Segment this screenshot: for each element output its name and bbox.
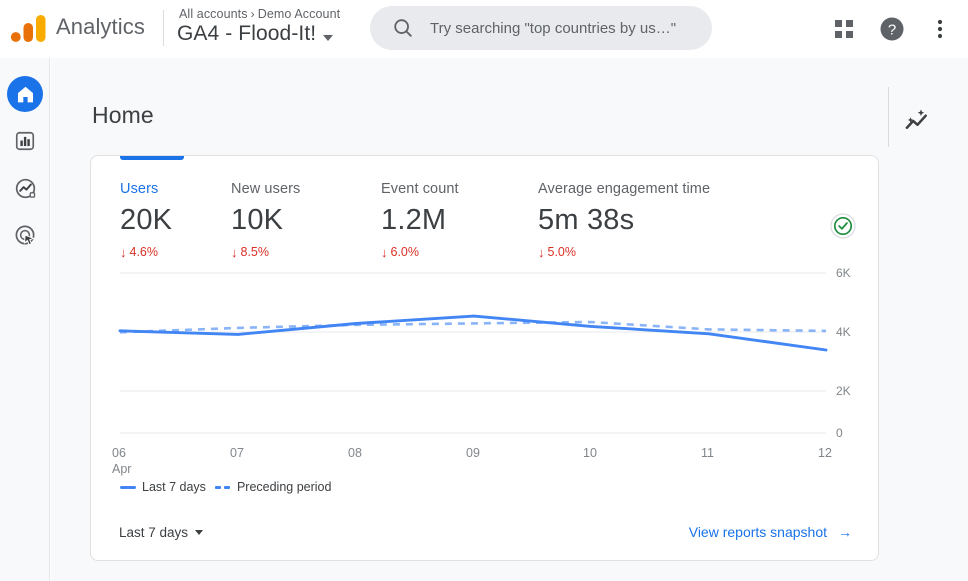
chevron-down-icon xyxy=(195,530,203,535)
metric-event-count[interactable]: Event count 1.2M ↓ 6.0% xyxy=(381,181,459,259)
search-icon xyxy=(392,17,414,39)
xtick-12: 12 xyxy=(818,446,832,460)
active-metric-indicator xyxy=(120,156,184,160)
metric-value: 20K xyxy=(120,204,172,237)
property-name: GA4 - Flood-It! xyxy=(177,22,316,46)
sidebar-item-reports[interactable] xyxy=(7,123,43,159)
sidebar-item-explore[interactable] xyxy=(7,170,43,206)
more-options-button[interactable] xyxy=(924,13,956,45)
metric-delta: ↓ 4.6% xyxy=(120,245,172,259)
home-icon xyxy=(15,84,36,105)
top-bar-actions: ? xyxy=(828,0,956,58)
chevron-down-icon xyxy=(323,35,333,41)
sidebar-item-home[interactable] xyxy=(7,76,43,112)
metric-label: Event count xyxy=(381,181,459,197)
breadcrumb[interactable]: All accounts›Demo Account xyxy=(179,7,340,21)
metric-delta-value: 4.6% xyxy=(130,245,159,259)
overview-card: Users 20K ↓ 4.6% New users 10K ↓ 8.5% xyxy=(90,155,879,561)
property-selector[interactable]: GA4 - Flood-It! xyxy=(177,22,333,46)
arrow-down-icon: ↓ xyxy=(381,246,388,259)
more-vertical-icon xyxy=(930,18,950,40)
date-range-selector[interactable]: Last 7 days xyxy=(119,525,203,540)
xtick-08: 08 xyxy=(348,446,362,460)
ytick-6k: 6K xyxy=(836,266,851,280)
page-title: Home xyxy=(92,102,154,129)
ytick-2k: 2K xyxy=(836,384,851,398)
sidebar-item-advertising[interactable] xyxy=(7,217,43,253)
brand-divider xyxy=(163,10,164,46)
chart-y-axis-labels: 6K 4K 2K 0 xyxy=(836,266,851,440)
metric-value: 5m 38s xyxy=(538,204,710,237)
chart-gridlines xyxy=(120,273,826,433)
chart-x-axis-labels: 06 Apr 07 08 09 10 11 12 xyxy=(112,446,832,476)
xtick-07: 07 xyxy=(230,446,244,460)
insights-divider xyxy=(888,87,889,147)
top-app-bar: Analytics All accounts›Demo Account GA4 … xyxy=(0,0,968,58)
ytick-0: 0 xyxy=(836,426,843,440)
xtick-11: 11 xyxy=(701,446,714,460)
users-trend-chart: 6K 4K 2K 0 06 Apr 07 08 09 xyxy=(91,261,879,506)
arrow-right-icon: → xyxy=(838,524,852,540)
xtick-09: 09 xyxy=(466,446,480,460)
metric-users[interactable]: Users 20K ↓ 4.6% xyxy=(120,181,172,259)
view-reports-snapshot-link[interactable]: View reports snapshot → xyxy=(689,524,852,540)
left-navigation-rail xyxy=(0,58,50,581)
breadcrumb-all-accounts[interactable]: All accounts xyxy=(179,7,248,21)
insights-button[interactable] xyxy=(897,100,937,140)
main-content: Home Users 20K ↓ 4.6% xyxy=(51,58,968,581)
metric-delta: ↓ 8.5% xyxy=(231,245,300,259)
google-analytics-logo-icon xyxy=(10,13,48,47)
advertising-target-icon xyxy=(14,224,37,247)
chart-legend: Last 7 days Preceding period xyxy=(120,480,331,494)
breadcrumb-demo-account[interactable]: Demo Account xyxy=(258,7,341,21)
metric-delta: ↓ 6.0% xyxy=(381,245,459,259)
metric-delta: ↓ 5.0% xyxy=(538,245,710,259)
explore-trend-icon xyxy=(14,177,37,200)
breadcrumb-separator-icon: › xyxy=(251,7,255,21)
xtick-10: 10 xyxy=(583,446,597,460)
apps-grid-button[interactable] xyxy=(828,13,860,45)
snapshot-link-label: View reports snapshot xyxy=(689,524,827,540)
arrow-down-icon: ↓ xyxy=(231,246,238,259)
metric-value: 10K xyxy=(231,204,300,237)
metric-average-engagement-time[interactable]: Average engagement time 5m 38s ↓ 5.0% xyxy=(538,181,710,259)
series-preceding-period xyxy=(120,322,826,332)
xtick-06: 06 xyxy=(112,446,126,460)
metric-delta-value: 5.0% xyxy=(548,245,577,259)
search-box[interactable] xyxy=(370,6,712,50)
metric-new-users[interactable]: New users 10K ↓ 8.5% xyxy=(231,181,300,259)
brand-name: Analytics xyxy=(56,14,145,40)
metric-label: New users xyxy=(231,181,300,197)
arrow-down-icon: ↓ xyxy=(538,246,545,259)
insights-sparkle-trend-icon xyxy=(904,107,931,134)
reports-bar-chart-icon xyxy=(14,130,36,152)
arrow-down-icon: ↓ xyxy=(120,246,127,259)
card-footer: Last 7 days View reports snapshot → xyxy=(91,504,879,560)
legend-dashed-swatch-icon xyxy=(215,486,231,489)
metrics-row: Users 20K ↓ 4.6% New users 10K ↓ 8.5% xyxy=(91,181,878,266)
xtick-month: Apr xyxy=(112,462,131,476)
check-circle-icon[interactable] xyxy=(830,213,856,239)
metric-delta-value: 8.5% xyxy=(241,245,270,259)
chart-svg: 6K 4K 2K 0 06 Apr 07 08 09 xyxy=(91,261,879,506)
legend-solid-swatch-icon xyxy=(120,486,136,489)
metric-label: Average engagement time xyxy=(538,181,710,197)
series-last-7-days xyxy=(120,316,826,350)
help-button[interactable]: ? xyxy=(876,13,908,45)
ytick-4k: 4K xyxy=(836,325,851,339)
legend-label: Preceding period xyxy=(237,480,332,494)
apps-grid-icon xyxy=(833,18,855,40)
search-input[interactable] xyxy=(430,20,696,37)
legend-label: Last 7 days xyxy=(142,480,206,494)
date-range-label: Last 7 days xyxy=(119,525,188,540)
help-icon: ? xyxy=(879,16,905,42)
metric-label: Users xyxy=(120,181,172,197)
metric-value: 1.2M xyxy=(381,204,459,237)
google-analytics-home-page: Analytics All accounts›Demo Account GA4 … xyxy=(0,0,968,581)
metric-delta-value: 6.0% xyxy=(391,245,420,259)
svg-text:?: ? xyxy=(888,21,896,38)
legend-item-preceding-period[interactable]: Preceding period xyxy=(215,480,332,494)
legend-item-last-7-days[interactable]: Last 7 days xyxy=(120,480,206,494)
